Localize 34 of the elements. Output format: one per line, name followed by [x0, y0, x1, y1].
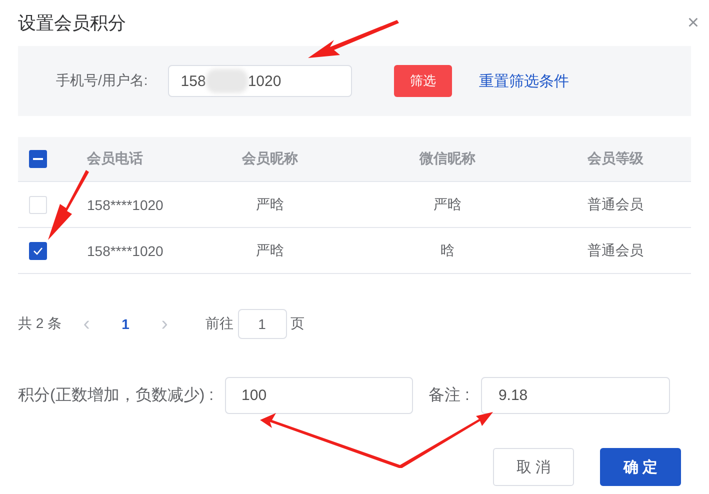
table-cell: 普通会员 — [588, 242, 644, 258]
checkbox[interactable] — [29, 242, 47, 260]
dialog-title: 设置会员积分 — [18, 12, 126, 35]
page-suffix: 页 — [290, 315, 305, 333]
table-cell: 158****1020 — [87, 196, 164, 212]
column-header: 会员等级 — [586, 150, 644, 168]
checkbox[interactable] — [29, 150, 47, 168]
minus-icon — [33, 158, 43, 160]
page-input[interactable]: 1 — [238, 309, 287, 339]
check-icon — [33, 246, 43, 254]
search-field[interactable]: 158 1020 — [168, 65, 352, 97]
column-header: 微信昵称 — [418, 150, 476, 168]
filter-button[interactable]: 筛选 — [394, 65, 452, 97]
column-header: 会员电话 — [86, 150, 144, 168]
goto-label: 前往 — [206, 315, 234, 333]
column-header: 会员昵称 — [241, 150, 299, 168]
reset-filter-link[interactable]: 重置筛选条件 — [478, 72, 569, 90]
field-label: 手机号/用户名: — [56, 72, 148, 90]
cancel-button[interactable]: 取 消 — [493, 448, 574, 486]
points-label: 积分(正数增加，负数减少) : — [18, 386, 214, 406]
remark-label: 备注 : — [428, 386, 470, 406]
table-cell: 普通会员 — [588, 196, 644, 212]
page-number[interactable]: 1 — [102, 316, 150, 332]
points-field[interactable]: 100 — [224, 377, 413, 414]
confirm-button[interactable]: 确 定 — [600, 448, 681, 486]
close-button[interactable]: × — [685, 12, 701, 34]
total-count: 共 2 条 — [18, 315, 62, 333]
table-cell: 严晗 — [256, 196, 284, 212]
remark-field[interactable]: 9.18 — [481, 377, 670, 414]
table-cell: 晗 — [440, 242, 454, 258]
table-cell: 严晗 — [434, 196, 462, 212]
table-cell: 严晗 — [256, 242, 284, 258]
table-cell: 158****1020 — [87, 242, 164, 258]
annotation-arrow — [48, 170, 89, 240]
